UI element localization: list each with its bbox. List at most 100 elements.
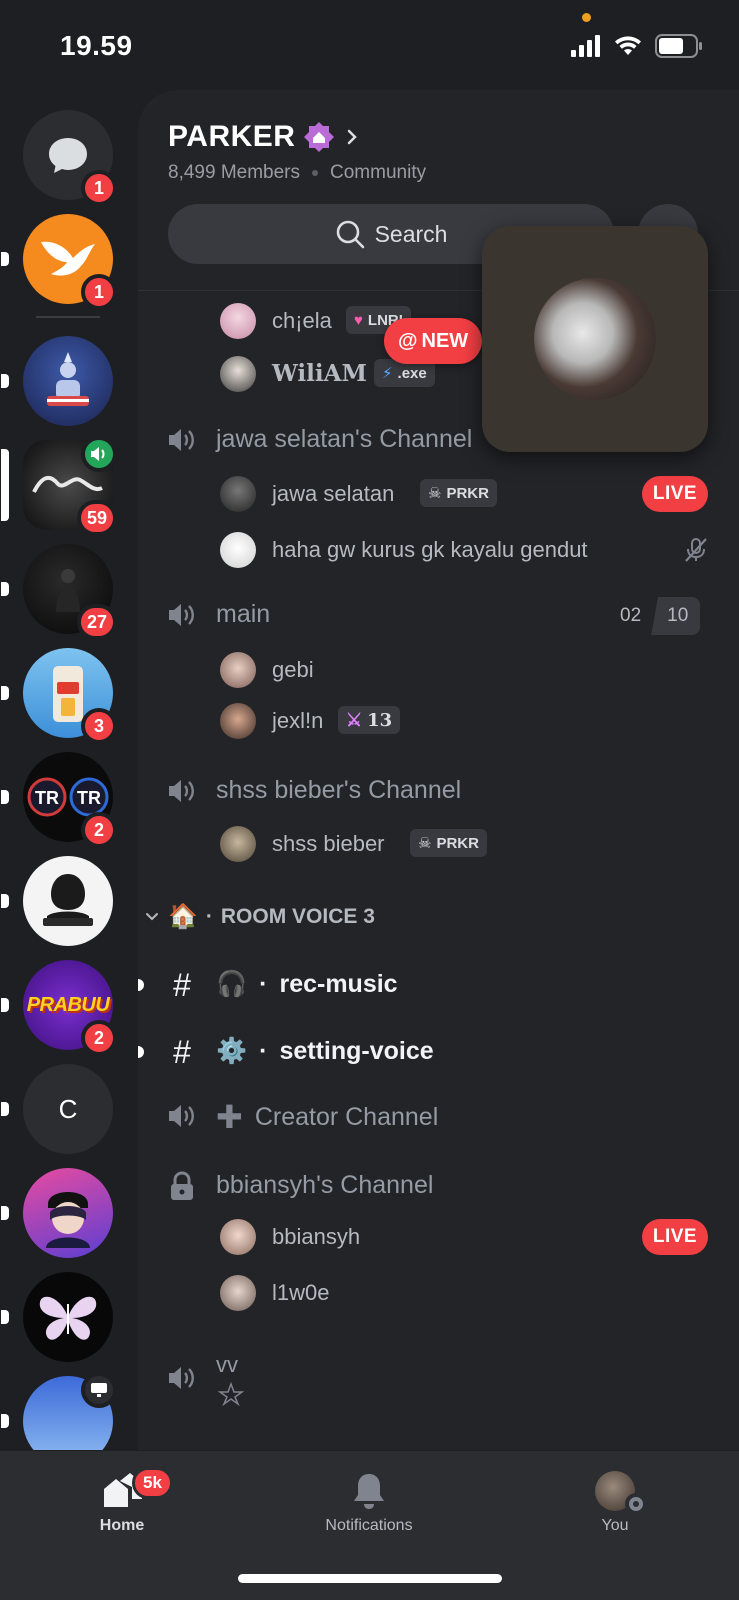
text-channel-row[interactable]: # 🎧 · rec-music bbox=[138, 964, 739, 1006]
channel-name: vv bbox=[216, 1352, 238, 1377]
lightning-icon: ⚡ bbox=[382, 365, 393, 382]
voice-user-row[interactable]: l1w0e bbox=[138, 1274, 739, 1312]
server-dark[interactable]: 27 bbox=[1, 544, 117, 640]
muted-mic-icon bbox=[685, 538, 707, 562]
server-anime[interactable] bbox=[1, 1168, 113, 1258]
voice-channel-row[interactable]: ✚ Creator Channel bbox=[138, 1096, 739, 1136]
tab-notifications[interactable]: Notifications bbox=[299, 1471, 439, 1535]
boost-badge-icon bbox=[304, 122, 335, 152]
unread-badge: 1 bbox=[81, 170, 117, 206]
unread-badge: 27 bbox=[76, 604, 117, 640]
server-meta: 8,499 Members Community bbox=[168, 162, 426, 184]
voice-active-icon bbox=[81, 436, 117, 472]
bell-icon bbox=[354, 1474, 384, 1509]
syndicate-logo-icon bbox=[23, 856, 113, 946]
active-pip bbox=[1, 449, 9, 521]
voice-channel-row[interactable]: main 02 10 bbox=[138, 595, 739, 635]
server-live[interactable] bbox=[1, 1372, 117, 1450]
butterfly-icon bbox=[23, 1272, 113, 1362]
live-badge: LIVE bbox=[642, 476, 708, 512]
bullet: · bbox=[259, 970, 268, 998]
status-icons bbox=[571, 34, 703, 58]
unread-pip bbox=[1, 686, 9, 700]
status-indicator bbox=[625, 1493, 647, 1515]
user-avatar bbox=[220, 703, 256, 739]
server-rail: 1 1 59 27 3 TR TR 2 PRABUU 2 C bbox=[0, 90, 138, 1450]
unread-badge: 2 bbox=[81, 812, 117, 848]
unread-badge: 59 bbox=[76, 500, 117, 536]
server-syndicate[interactable] bbox=[1, 856, 113, 946]
wifi-icon bbox=[615, 36, 641, 55]
text-channel-row[interactable]: # ⚙️ · setting-voice bbox=[138, 1031, 739, 1073]
user-name: ch¡ela bbox=[272, 308, 332, 333]
unread-badge: 1 bbox=[81, 274, 117, 310]
channel-name: bbiansyh's Channel bbox=[216, 1171, 434, 1199]
server-header[interactable]: PARKER bbox=[168, 120, 361, 154]
server-c[interactable]: C bbox=[1, 1064, 113, 1154]
server-fox[interactable]: 1 bbox=[1, 214, 117, 310]
unread-pip bbox=[1, 582, 9, 596]
channel-name: setting-voice bbox=[279, 1037, 434, 1065]
home-badge: 5k bbox=[132, 1467, 173, 1499]
category-header[interactable]: 🏠 · ROOM VOICE 3 bbox=[144, 902, 375, 931]
unread-pip bbox=[1, 998, 9, 1012]
voice-user-row[interactable]: jawa selatan ☠ PRKR LIVE bbox=[138, 475, 739, 513]
bullet: · bbox=[259, 1037, 268, 1065]
voice-user-row[interactable]: haha gw kurus gk kayalu gendut bbox=[138, 531, 739, 569]
tab-you[interactable]: You bbox=[545, 1471, 685, 1535]
server-liberty[interactable] bbox=[1, 336, 113, 426]
user-avatar bbox=[220, 1219, 256, 1255]
direct-messages-button[interactable]: 1 bbox=[23, 110, 117, 206]
voice-user-row[interactable]: shss bieber ☠ PRKR bbox=[138, 825, 739, 863]
unread-pip bbox=[1, 1102, 9, 1116]
channel-label: 🎧 · rec-music bbox=[216, 970, 398, 999]
tab-you-label: You bbox=[601, 1517, 629, 1534]
server-initial: C bbox=[23, 1064, 113, 1154]
voice-channel-row[interactable]: shss bieber's Channel bbox=[138, 771, 739, 811]
user-tag: ☠ PRKR bbox=[410, 829, 487, 857]
at-icon: @ bbox=[398, 329, 418, 352]
video-pip-window[interactable] bbox=[482, 226, 708, 452]
unread-pip bbox=[1, 1206, 9, 1220]
user-avatar bbox=[220, 476, 256, 512]
status-bar: 19.59 bbox=[0, 0, 739, 90]
skull-icon: ☠ bbox=[418, 835, 432, 852]
server-butterfly[interactable] bbox=[1, 1272, 113, 1362]
voice-user-row[interactable]: jexl!n ⚔ 13 bbox=[138, 702, 739, 740]
user-avatar bbox=[220, 1275, 256, 1311]
channel-emoji: 🎧 bbox=[216, 970, 248, 998]
voice-user-row[interactable]: gebi bbox=[138, 651, 739, 689]
search-label: Search bbox=[374, 220, 448, 247]
server-parker[interactable]: 59 bbox=[1, 436, 117, 536]
unread-badge: 2 bbox=[81, 1020, 117, 1056]
chevron-down-icon bbox=[146, 912, 158, 920]
user-name: gebi bbox=[272, 657, 314, 682]
new-mentions-pill[interactable]: @ NEW bbox=[384, 318, 483, 364]
user-tag: ⚔ 13 bbox=[338, 706, 401, 734]
svg-text:TR: TR bbox=[35, 788, 59, 808]
server-prabuu[interactable]: PRABUU 2 bbox=[1, 960, 117, 1056]
battery-icon bbox=[655, 34, 702, 58]
user-avatar bbox=[220, 826, 256, 862]
server-tr[interactable]: TR TR 2 bbox=[1, 752, 117, 848]
voice-user-row[interactable]: bbiansyh LIVE bbox=[138, 1218, 739, 1256]
unread-indicator bbox=[138, 1046, 144, 1058]
speaker-icon bbox=[166, 1362, 198, 1394]
flame-icon: ♥ bbox=[354, 311, 363, 329]
unread-pip bbox=[1, 1310, 9, 1324]
anime-avatar-icon bbox=[23, 1168, 113, 1258]
user-name: jexl!n bbox=[272, 708, 324, 733]
sword-icon: ⚔ bbox=[346, 709, 363, 731]
speaker-icon bbox=[166, 1100, 198, 1132]
voice-channel-row[interactable]: vv bbox=[138, 1352, 739, 1408]
user-avatar bbox=[220, 303, 256, 339]
speaker-icon bbox=[166, 775, 198, 807]
server-piwo[interactable]: 3 bbox=[1, 648, 117, 744]
user-name: haha gw kurus gk kayalu gendut bbox=[272, 537, 588, 562]
server-type: Community bbox=[330, 162, 427, 183]
voice-channel-row[interactable]: bbiansyh's Channel bbox=[138, 1166, 739, 1206]
user-avatar bbox=[220, 532, 256, 568]
star-symbol-icon bbox=[218, 1382, 244, 1406]
profile-avatar bbox=[595, 1471, 647, 1515]
privacy-indicator bbox=[582, 13, 591, 22]
